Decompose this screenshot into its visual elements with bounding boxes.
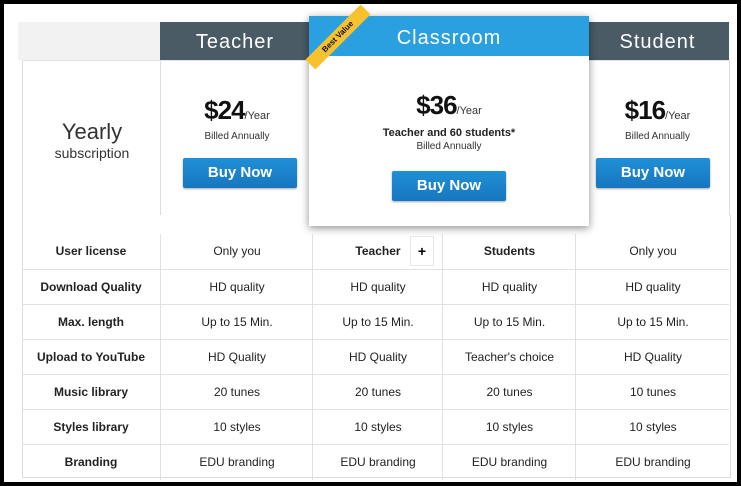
classroom-teacher-value: HD quality [312, 270, 443, 305]
feature-label: User license [55, 244, 127, 258]
student-value: HD Quality [575, 340, 730, 375]
subscription-panel: Yearly subscription [22, 60, 161, 216]
classroom-students-value: HD quality [442, 270, 576, 305]
student-value: 10 styles [575, 410, 730, 445]
subscription-subtitle: subscription [54, 145, 130, 161]
student-price-amount: $16 [624, 95, 666, 125]
tab-teacher: Teacher [160, 22, 310, 60]
feature-label: Music library [53, 385, 129, 399]
classroom-teacher-value: Up to 15 Min. [312, 305, 443, 340]
student-value: Up to 15 Min. [575, 305, 730, 340]
classroom-students-value: Students [442, 234, 576, 269]
table-row: Music library 20 tunes 20 tunes 20 tunes… [22, 374, 729, 410]
feature-label: Download Quality [40, 280, 142, 294]
tab-student: Student [586, 22, 729, 60]
teacher-value: Only you [160, 234, 313, 269]
table-row: Download Quality HD quality HD quality H… [22, 269, 729, 305]
table-row: Upload to YouTube HD Quality HD Quality … [22, 339, 729, 375]
teacher-value: HD quality [160, 270, 313, 305]
pricing-frame: Teacher Student Yearly subscription $24/… [0, 0, 741, 486]
classroom-extra: Teacher and 60 students* [382, 127, 516, 139]
classroom-students-value: EDU branding [442, 445, 576, 480]
student-plan-panel: $16/Year Billed Annually Buy Now [586, 60, 730, 216]
student-value: Only you [575, 234, 730, 269]
table-row: User license Only you Teacher Students O… [22, 234, 729, 269]
classroom-buy-button[interactable]: Buy Now [392, 171, 506, 201]
subscription-title: Yearly [61, 119, 123, 144]
teacher-price-amount: $24 [204, 95, 245, 125]
teacher-value: HD Quality [160, 340, 313, 375]
teacher-value: Up to 15 Min. [160, 305, 313, 340]
classroom-teacher-value: 20 tunes [312, 375, 443, 410]
classroom-students-value: Teacher's choice [442, 340, 576, 375]
classroom-students-value: 20 tunes [442, 375, 576, 410]
header-corner [18, 22, 160, 60]
student-value: 10 tunes [575, 375, 730, 410]
student-value: EDU branding [575, 445, 730, 480]
classroom-teacher-value: HD Quality [312, 340, 443, 375]
classroom-price-amount: $36 [416, 90, 457, 120]
classroom-students-value: Up to 15 Min. [442, 305, 576, 340]
table-row: Branding EDU branding EDU branding EDU b… [22, 444, 729, 480]
classroom-price: $36/Year [309, 90, 589, 121]
feature-label: Branding [64, 455, 118, 469]
student-price-period: /Year [665, 110, 691, 122]
teacher-value: EDU branding [160, 445, 313, 480]
feature-label: Styles library [53, 420, 129, 434]
teacher-value: 20 tunes [160, 375, 313, 410]
teacher-buy-button[interactable]: Buy Now [183, 158, 297, 188]
teacher-price: $24/Year [161, 95, 313, 126]
feature-label: Upload to YouTube [37, 350, 145, 364]
classroom-teacher-value: EDU branding [312, 445, 443, 480]
classroom-students-value: 10 styles [442, 410, 576, 445]
plus-sign: + [410, 236, 434, 266]
teacher-billed: Billed Annually [204, 131, 270, 142]
classroom-price-period: /Year [456, 105, 482, 117]
student-value: HD quality [575, 270, 730, 305]
student-buy-button[interactable]: Buy Now [596, 158, 710, 188]
table-row: Styles library 10 styles 10 styles 10 st… [22, 409, 729, 445]
subscription-label: Yearly subscription [23, 119, 161, 161]
teacher-plan-panel: $24/Year Billed Annually Buy Now [160, 60, 313, 216]
student-billed: Billed Annually [624, 131, 691, 142]
classroom-plan-card: Best Value Classroom $36/Year Teacher an… [305, 4, 589, 226]
classroom-teacher-value: 10 styles [312, 410, 443, 445]
teacher-value: 10 styles [160, 410, 313, 445]
classroom-billed: Billed Annually [416, 141, 482, 152]
student-price: $16/Year [586, 95, 729, 126]
table-row: Max. length Up to 15 Min. Up to 15 Min. … [22, 304, 729, 340]
teacher-price-period: /Year [244, 110, 270, 122]
feature-label: Max. length [57, 315, 124, 329]
